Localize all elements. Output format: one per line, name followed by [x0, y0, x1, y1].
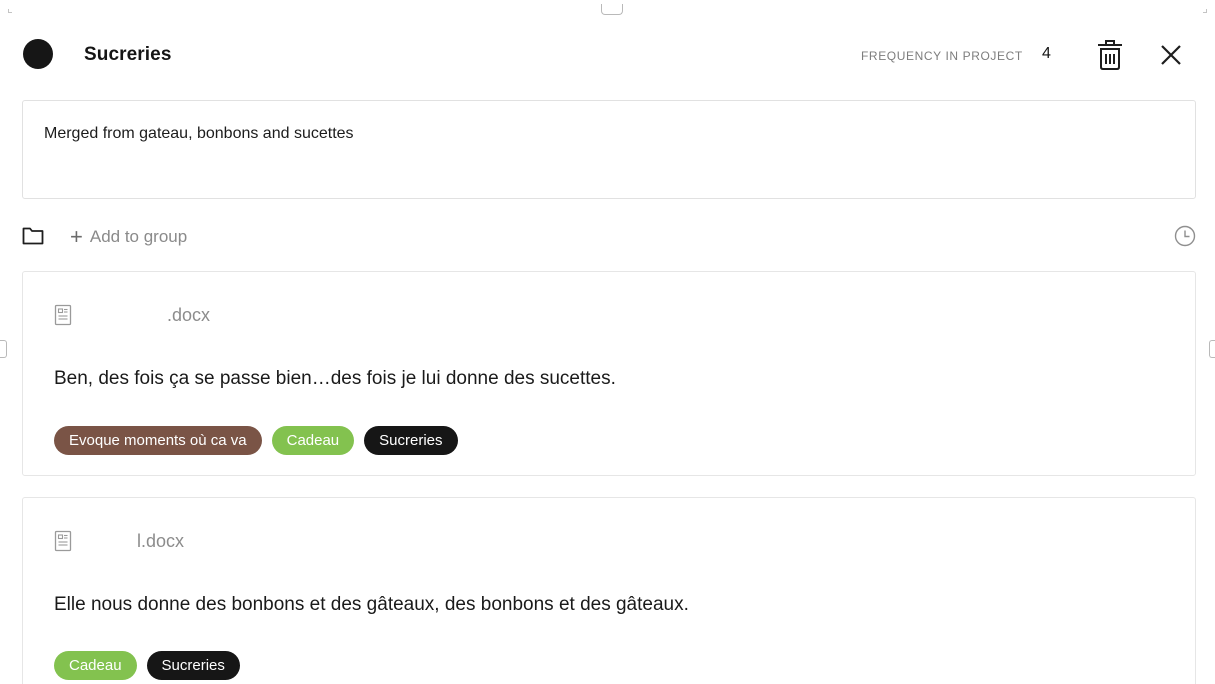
- document-name[interactable]: .docx: [167, 305, 210, 326]
- code-color-dot[interactable]: [23, 39, 53, 69]
- memo-text[interactable]: Merged from gateau, bonbons and sucettes: [44, 125, 354, 143]
- code-detail-panel: Sucreries FREQUENCY IN PROJECT 4 Merged …: [0, 0, 1215, 684]
- code-tag[interactable]: Cadeau: [271, 426, 355, 455]
- trash-icon: [1098, 40, 1122, 70]
- quote-card[interactable]: .docx Ben, des fois ça se passe bien…des…: [22, 271, 1196, 476]
- right-resize-handle[interactable]: [1209, 340, 1215, 358]
- code-tag[interactable]: Sucreries: [364, 426, 458, 455]
- frequency-value: 4: [1042, 45, 1051, 62]
- quote-text: Ben, des fois ça se passe bien…des fois …: [54, 368, 616, 389]
- top-left-corner-mark: [8, 9, 12, 13]
- quote-card[interactable]: l.docx Elle nous donne des bonbons et de…: [22, 497, 1196, 684]
- quote-tags: Cadeau Sucreries: [54, 651, 240, 680]
- document-name[interactable]: l.docx: [137, 531, 184, 552]
- close-button[interactable]: [1158, 42, 1184, 68]
- quote-tags: Evoque moments où ca va Cadeau Sucreries: [54, 426, 458, 455]
- top-right-corner-mark: [1203, 9, 1207, 13]
- code-header: Sucreries FREQUENCY IN PROJECT 4: [0, 30, 1215, 82]
- close-icon: [1161, 45, 1181, 65]
- quote-text: Elle nous donne des bonbons et des gâtea…: [54, 594, 689, 615]
- code-tag[interactable]: Evoque moments où ca va: [54, 426, 262, 455]
- top-resize-handle[interactable]: [601, 4, 623, 15]
- code-tag[interactable]: Cadeau: [54, 651, 137, 680]
- frequency-label: FREQUENCY IN PROJECT: [861, 49, 1023, 63]
- delete-code-button[interactable]: [1096, 39, 1124, 71]
- code-title[interactable]: Sucreries: [84, 44, 172, 66]
- plus-icon: +: [70, 224, 83, 249]
- add-to-group-button[interactable]: + Add to group: [70, 226, 187, 248]
- folder-icon: [22, 227, 44, 245]
- code-tag[interactable]: Sucreries: [146, 651, 240, 680]
- left-resize-handle[interactable]: [0, 340, 7, 358]
- add-to-group-label: Add to group: [89, 227, 188, 246]
- code-memo-box[interactable]: Merged from gateau, bonbons and sucettes: [22, 100, 1196, 199]
- document-icon: [54, 530, 72, 552]
- clock-icon[interactable]: [1173, 224, 1197, 248]
- document-icon: [54, 304, 72, 326]
